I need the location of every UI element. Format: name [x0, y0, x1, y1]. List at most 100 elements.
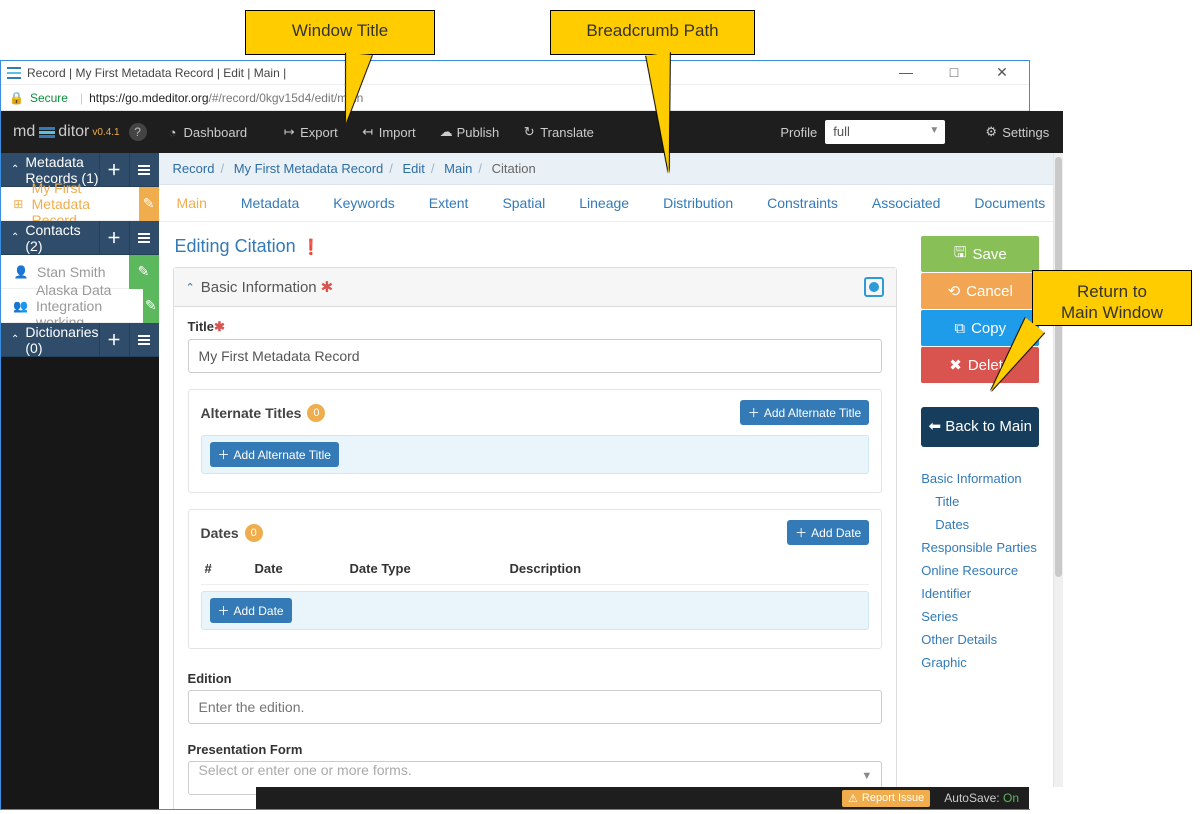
sidebar-section-contacts[interactable]: ⌃ Contacts (2) ＋ [1, 221, 159, 255]
panel-basic-information: ⌃ Basic Information ✱ Title✱ Al [173, 267, 898, 809]
toc-link-graphic[interactable]: Graphic [921, 651, 1039, 674]
button-label: Back to Main [945, 418, 1032, 435]
sidebar-section-dictionaries[interactable]: ⌃ Dictionaries (0) ＋ [1, 323, 159, 357]
breadcrumb-item[interactable]: My First Metadata Record [234, 161, 384, 176]
chevron-down-icon: ⌃ [11, 164, 19, 175]
toc-link-online-resource[interactable]: Online Resource [921, 559, 1039, 582]
toc-link-responsible-parties[interactable]: Responsible Parties [921, 536, 1039, 559]
autosave-label: AutoSave: [944, 791, 999, 805]
scrollbar[interactable] [1053, 153, 1063, 787]
edition-input[interactable] [188, 690, 883, 724]
tab-associated[interactable]: Associated [872, 195, 940, 211]
presentation-form-label: Presentation Form [188, 742, 883, 757]
urlbar-separator: | [80, 91, 83, 105]
breadcrumb-item[interactable]: Edit [403, 161, 425, 176]
cancel-button[interactable]: ⟲Cancel [921, 273, 1039, 309]
panel-toggle-icon[interactable] [864, 277, 884, 297]
callout-breadcrumb-path: Breadcrumb Path [550, 10, 755, 55]
tab-extent[interactable]: Extent [429, 195, 469, 211]
add-contact-button[interactable]: ＋ [99, 221, 129, 255]
button-label: Copy [971, 320, 1006, 337]
add-dictionary-button[interactable]: ＋ [99, 323, 129, 357]
pencil-icon[interactable]: ✎ [143, 289, 158, 323]
browser-urlbar[interactable]: 🔒 Secure | https://go.mdeditor.org/#/rec… [1, 85, 1029, 111]
toc-link-identifier[interactable]: Identifier [921, 582, 1039, 605]
subpanel-dates: Dates 0 ＋Add Date # Date Date Type Descr… [188, 509, 883, 649]
login-icon: ↤ [362, 124, 374, 140]
subpanel-title: Dates [201, 525, 239, 541]
add-alternate-title-button[interactable]: ＋Add Alternate Title [740, 400, 869, 425]
secure-label: Secure [30, 91, 68, 105]
save-button[interactable]: 🖫Save [921, 236, 1039, 272]
tab-documents[interactable]: Documents [974, 195, 1045, 211]
profile-value: full [825, 120, 945, 144]
breadcrumb-item[interactable]: Record [173, 161, 215, 176]
tab-distribution[interactable]: Distribution [663, 195, 733, 211]
sidebar-item-my-first-record[interactable]: ⊞ My First Metadata Record ✎ [1, 187, 159, 221]
count-badge: 0 [307, 404, 325, 422]
toc-link-title[interactable]: Title [921, 490, 1039, 513]
profile-select[interactable]: full ▼ [825, 120, 945, 144]
button-label: Save [973, 246, 1007, 263]
status-bar: ⚠Report Issue AutoSave: On [256, 787, 1029, 809]
report-issue-button[interactable]: ⚠Report Issue [842, 790, 930, 807]
button-label: Cancel [966, 283, 1013, 300]
tab-keywords[interactable]: Keywords [333, 195, 394, 211]
plus-icon: ＋ [218, 446, 230, 463]
toc-link-series[interactable]: Series [921, 605, 1039, 628]
app-icon [7, 67, 21, 79]
required-asterisk: ✱ [321, 278, 334, 296]
sidebar-section-title: Contacts (2) [25, 222, 98, 254]
tab-metadata[interactable]: Metadata [241, 195, 299, 211]
autosave-status: AutoSave: On [944, 791, 1019, 805]
toc-link-other-details[interactable]: Other Details [921, 628, 1039, 651]
sidebar-item-alaska-data[interactable]: 👥 Alaska Data Integration working… ✎ [1, 289, 159, 323]
tab-lineage[interactable]: Lineage [579, 195, 629, 211]
main-area: ◔Dashboard ↦Export ↤Import ☁Publish ↻Tra… [159, 111, 1064, 809]
nav-settings[interactable]: ⚙Settings [985, 124, 1049, 140]
tab-main[interactable]: Main [177, 195, 207, 211]
col-date-type: Date Type [350, 561, 510, 576]
window-close-button[interactable]: ✕ [987, 64, 1017, 81]
nav-label: Settings [1002, 125, 1049, 140]
url-path: /#/record/0kgv15d4/edit/main [209, 91, 364, 105]
callout-text: Return to Main Window [1061, 282, 1163, 322]
logout-icon: ↦ [283, 124, 295, 140]
add-date-inline-button[interactable]: ＋Add Date [210, 598, 292, 623]
nav-import[interactable]: ↤Import [362, 124, 416, 140]
scrollbar-thumb[interactable] [1055, 157, 1062, 577]
add-date-button[interactable]: ＋Add Date [787, 520, 869, 545]
button-label: Add Alternate Title [764, 406, 861, 420]
breadcrumb: Record/ My First Metadata Record/ Edit/ … [159, 153, 1064, 185]
breadcrumb-item[interactable]: Main [444, 161, 472, 176]
app-root: md ditor v0.4.1 ? ⌃ Metadata Records (1)… [1, 111, 1029, 809]
back-to-main-button[interactable]: ⬅ Back to Main [921, 407, 1039, 447]
panel-header[interactable]: ⌃ Basic Information ✱ [174, 268, 897, 307]
nav-publish[interactable]: ☁Publish [440, 124, 500, 140]
chevron-down-icon: ⌃ [11, 232, 19, 243]
top-nav: ◔Dashboard ↦Export ↤Import ☁Publish ↻Tra… [159, 111, 1064, 153]
pencil-icon[interactable]: ✎ [139, 187, 159, 221]
add-alternate-title-inline-button[interactable]: ＋Add Alternate Title [210, 442, 339, 467]
list-icon[interactable] [129, 323, 159, 357]
help-icon[interactable]: ? [129, 123, 147, 141]
title-input[interactable] [188, 339, 883, 373]
tab-spatial[interactable]: Spatial [502, 195, 545, 211]
brand[interactable]: md ditor v0.4.1 ? [1, 111, 159, 153]
window-maximize-button[interactable]: □ [939, 64, 969, 81]
edition-label: Edition [188, 671, 883, 686]
browser-titlebar: Record | My First Metadata Record | Edit… [1, 61, 1029, 85]
nav-export[interactable]: ↦Export [283, 124, 338, 140]
nav-dashboard[interactable]: ◔Dashboard [167, 125, 248, 140]
copy-icon: ⧉ [954, 320, 965, 337]
list-icon[interactable] [129, 221, 159, 255]
toc-link-dates[interactable]: Dates [921, 513, 1039, 536]
nav-label: Dashboard [184, 125, 248, 140]
nav-translate[interactable]: ↻Translate [523, 124, 594, 140]
window-minimize-button[interactable]: — [891, 64, 921, 81]
tab-constraints[interactable]: Constraints [767, 195, 838, 211]
chevron-up-icon: ⌃ [186, 281, 195, 294]
lock-icon: 🔒 [9, 91, 24, 105]
toc-link-basic-information[interactable]: Basic Information [921, 467, 1039, 490]
editor-column: Editing Citation ❗ ⌃ Basic Information ✱ [173, 236, 898, 789]
